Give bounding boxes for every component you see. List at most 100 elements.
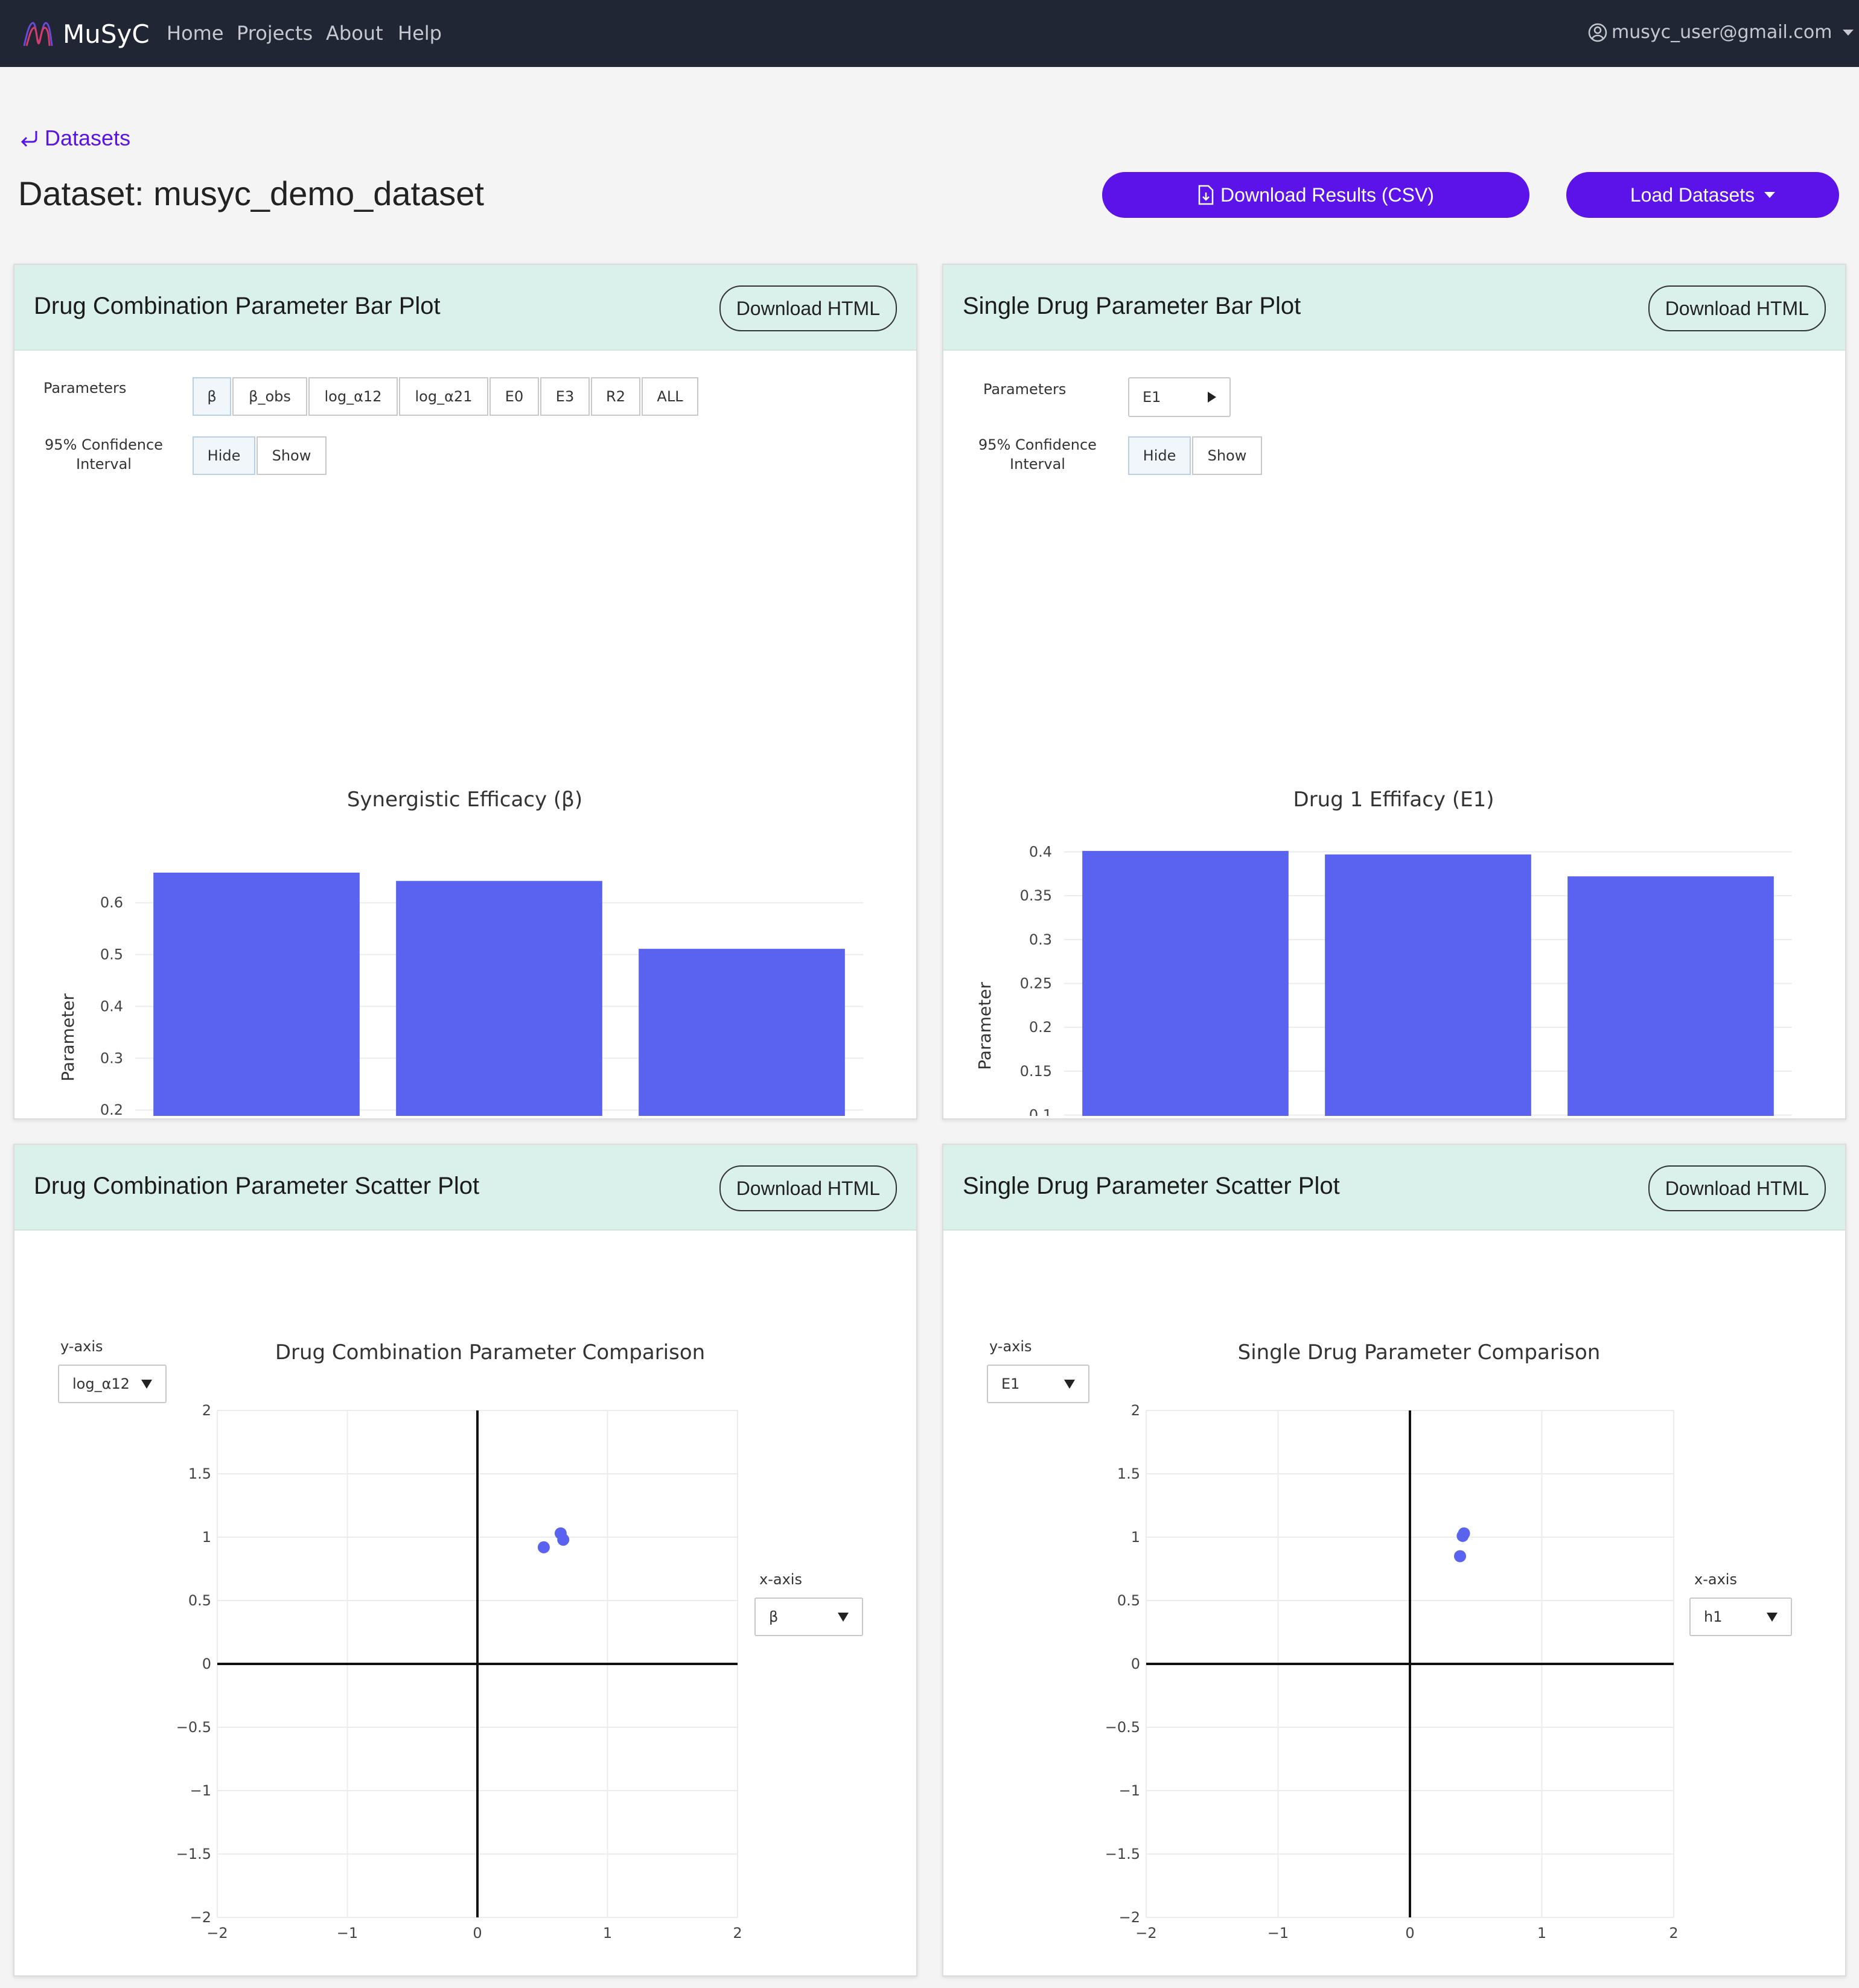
y-axis-select-value: log_α12 [72,1375,130,1392]
y-tick-label: −0.5 [176,1719,211,1736]
caret-down-icon [1767,1612,1778,1622]
user-email: musyc_user@gmail.com [1612,22,1832,43]
x-axis-select[interactable]: β [754,1598,863,1636]
y-axis-select[interactable]: E1 [987,1365,1089,1403]
x-tick-label: −1 [1268,1925,1289,1942]
parameter-select[interactable]: E1 [1128,377,1231,417]
x-tick-label: 0 [1405,1925,1414,1942]
page-title: Dataset: musyc_demo_dataset [18,174,484,212]
navbar: MuSyC Home Projects About Help musyc_use… [0,0,1859,67]
parameters-label: Parameters [43,380,127,397]
x-tick-label: −2 [206,1925,228,1942]
single-scatter-card: Single Drug Parameter Scatter Plot Downl… [942,1144,1846,1977]
chevron-down-icon [1764,192,1776,198]
y-tick-label: −1.5 [176,1846,211,1862]
caret-down-icon [141,1379,152,1389]
y-tick-label: −0.5 [1105,1719,1140,1736]
ci-show-button[interactable]: Show [1192,436,1262,475]
bar [1082,850,1289,1116]
param-e0-button[interactable]: E0 [489,377,539,416]
param-e3-button[interactable]: E3 [540,377,590,416]
x-axis-label: x-axis [1694,1571,1737,1588]
combo-bar-chart: Synergistic Efficacy (β) 00.10.20.30.40.… [58,788,863,1116]
nav-projects[interactable]: Projects [237,22,313,45]
y-tick-label: 0.15 [1020,1063,1052,1080]
download-csv-label: Download Results (CSV) [1220,183,1434,206]
confidence-interval-label: 95% Confidence Interval [45,436,163,473]
y-tick-label: 0 [202,1655,211,1672]
chevron-down-icon [1843,29,1854,36]
y-axis-label: y-axis [989,1338,1032,1355]
caret-down-icon [1064,1379,1075,1389]
ci-button-group: Hide Show [1128,436,1263,475]
download-html-button[interactable]: Download HTML [1648,1165,1826,1211]
param-log-a21-button[interactable]: log_α21 [399,377,488,416]
x-axis-select[interactable]: h1 [1689,1598,1792,1636]
caret-right-icon [1208,392,1216,403]
card-title: Single Drug Parameter Scatter Plot [963,1173,1340,1199]
user-circle-icon [1588,23,1607,42]
brand-link[interactable]: MuSyC [21,16,150,52]
combo-scatter-card: Drug Combination Parameter Scatter Plot … [13,1144,917,1977]
y-tick-label: 1 [202,1529,211,1546]
param-beta-button[interactable]: β [193,377,231,416]
y-axis-label: y-axis [60,1338,103,1355]
nav-about[interactable]: About [326,22,383,45]
download-results-csv-button[interactable]: Download Results (CSV) [1102,172,1529,218]
y-axis-title: Parameter [58,993,78,1082]
card-title: Single Drug Parameter Bar Plot [963,293,1301,319]
y-tick-label: 1 [1131,1529,1140,1546]
load-datasets-label: Load Datasets [1630,183,1755,206]
x-axis-label: x-axis [759,1571,802,1588]
y-tick-label: 0.2 [100,1101,123,1116]
user-menu[interactable]: musyc_user@gmail.com [1587,22,1854,43]
y-tick-label: 2 [1131,1402,1140,1419]
download-html-button[interactable]: Download HTML [719,285,897,331]
parameter-button-group: β β_obs log_α12 log_α21 E0 E3 R2 ALL [193,377,700,416]
x-tick-label: −1 [337,1925,358,1942]
back-label: Datasets [45,126,131,150]
return-arrow-icon [21,131,37,147]
card-header: Single Drug Parameter Bar Plot Download … [943,265,1845,351]
param-all-button[interactable]: ALL [642,377,698,416]
scatter-point [537,1541,550,1553]
y-tick-label: 0.5 [100,946,123,963]
combo-bar-card: Drug Combination Parameter Bar Plot Down… [13,264,917,1120]
y-axis-select[interactable]: log_α12 [58,1365,167,1403]
download-html-button[interactable]: Download HTML [719,1165,897,1211]
y-tick-label: −2 [190,1909,211,1926]
ci-hide-button[interactable]: Hide [1128,436,1191,475]
y-tick-label: 0.5 [1117,1592,1140,1609]
x-tick-label: 1 [1537,1925,1546,1942]
y-tick-label: −1 [1119,1782,1140,1799]
card-title: Drug Combination Parameter Scatter Plot [34,1173,480,1199]
param-r2-button[interactable]: R2 [591,377,640,416]
y-axis-title: Parameter [975,982,995,1070]
nav-home[interactable]: Home [167,22,224,45]
bar [1325,854,1531,1116]
y-tick-label: 0.1 [1029,1107,1052,1116]
param-log-a12-button[interactable]: log_α12 [308,377,398,416]
ci-show-button[interactable]: Show [257,436,327,475]
y-tick-label: 0.3 [1029,931,1052,948]
param-beta-obs-button[interactable]: β_obs [232,377,307,416]
nav-help[interactable]: Help [398,22,442,45]
musyc-logo-icon [23,22,53,46]
confidence-interval-label: 95% Confidence Interval [978,436,1097,473]
y-axis-select-value: E1 [1001,1375,1020,1392]
y-tick-label: 1.5 [1117,1465,1140,1482]
back-to-datasets-link[interactable]: Datasets [18,126,130,151]
ci-hide-button[interactable]: Hide [193,436,255,475]
y-tick-label: 1.5 [188,1465,211,1482]
single-bar-chart: Drug 1 Effifacy (E1) 00.050.10.150.20.25… [975,788,1792,1116]
scatter-point [1458,1527,1470,1540]
load-datasets-button[interactable]: Load Datasets [1566,172,1839,218]
chart-title: Synergistic Efficacy (β) [347,788,582,812]
download-html-button[interactable]: Download HTML [1648,285,1826,331]
y-tick-label: −1.5 [1105,1846,1140,1862]
card-header: Drug Combination Parameter Bar Plot Down… [14,265,916,351]
card-title: Drug Combination Parameter Bar Plot [34,293,441,319]
x-tick-label: 1 [603,1925,612,1942]
card-header: Drug Combination Parameter Scatter Plot … [14,1145,916,1231]
y-tick-label: 0.6 [100,894,123,911]
